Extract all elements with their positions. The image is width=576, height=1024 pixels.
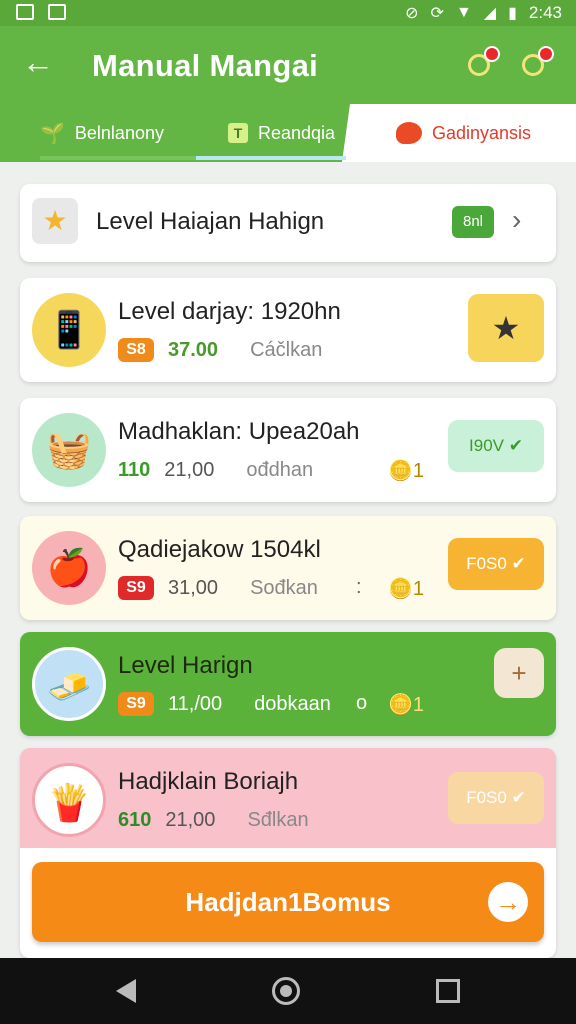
bonus-button[interactable]: Hadjdan1Bomus →	[32, 862, 544, 942]
star-icon: ★	[32, 198, 78, 244]
basket-icon: 🧺	[32, 413, 106, 487]
level-stats: 610 21,00 Sđlkan	[118, 808, 309, 832]
level-amount: 37.00	[168, 338, 219, 361]
level-badge: S9	[118, 692, 154, 716]
level-sub: dobkaan	[254, 692, 331, 715]
notification-icons	[16, 4, 66, 20]
tab-indicator	[196, 156, 346, 160]
chevron-right-icon[interactable]: ›	[512, 204, 521, 236]
claim-button[interactable]: F0S0 ✔	[448, 772, 544, 824]
level-stats: 110 21,00 ođdhan	[118, 458, 313, 482]
fruit-icon: 🍎	[32, 531, 106, 605]
alert-dot	[538, 46, 554, 62]
clock: 2:43	[528, 3, 562, 22]
tab-label: Belnlanony	[74, 122, 164, 143]
level-card[interactable]: 📱 Level darjay: 1920hn S8 37.00 Cáčlkan …	[20, 278, 556, 382]
level-stats: S9 11,/00 dobkaan	[118, 692, 331, 716]
level-sub: Sđlkan	[247, 808, 309, 831]
nav-recents-icon[interactable]	[436, 979, 460, 1003]
level-amount: 11,/00	[168, 692, 223, 715]
tab-gadinyansis[interactable]: Gadinyansis	[342, 104, 576, 162]
level-badge: S8	[118, 338, 154, 362]
snack-icon: 🍟	[32, 763, 106, 837]
level-card[interactable]: 🍎 Qadiejakow 1504kl S9 31,00 Sođkan : 🪙1…	[20, 516, 556, 620]
sprout-icon: 🌱	[40, 122, 65, 145]
level-pill: 8nl	[452, 206, 494, 238]
coin-count: 🪙1	[388, 578, 425, 600]
summary-title: Level Haiajan Hahign	[96, 208, 325, 235]
phone-icon: 📱	[32, 293, 106, 367]
nav-home-icon[interactable]	[272, 977, 300, 1005]
status-bar: ⊘ ⟳ ▼ ◢ ▮ 2:43	[0, 0, 576, 26]
wifi-icon: ▼	[455, 4, 472, 21]
coin-count: 🪙1	[388, 694, 425, 716]
speech-bubble-icon	[396, 122, 422, 144]
level-name: Level Harign	[118, 652, 253, 679]
level-name: Level darjay: 1920hn	[118, 298, 341, 325]
tab-belnlanony[interactable]: 🌱 Belnlanony	[40, 104, 164, 162]
tab-reandqia[interactable]: T Reandqia	[228, 104, 335, 162]
favorite-button[interactable]: ★	[468, 294, 544, 362]
claim-button[interactable]: I90V ✔	[448, 420, 544, 472]
tab-label: Gadinyansis	[432, 122, 532, 143]
level-name: Qadiejakow 1504kl	[118, 536, 321, 563]
claim-button[interactable]: F0S0 ✔	[448, 538, 544, 590]
tab-bar: 🌱 Belnlanony T Reandqia Gadinyansis	[0, 104, 576, 162]
ticket-icon: T	[228, 123, 248, 143]
system-nav-bar	[0, 958, 576, 1024]
level-amount: 31,00	[168, 576, 219, 599]
coin-value: 1	[412, 694, 425, 716]
coin-value: 1	[412, 460, 425, 482]
level-sub: ođdhan	[246, 458, 314, 481]
level-amount: 21,00	[165, 808, 216, 831]
system-icons: ⊘ ⟳ ▼ ◢ ▮ 2:43	[405, 3, 562, 23]
level-summary-card[interactable]: ★ Level Haiajan Hahign 8nl ›	[20, 184, 556, 262]
level-badge: 110	[118, 459, 151, 481]
image-notification-icon	[16, 4, 34, 20]
arrow-right-icon: →	[488, 882, 528, 922]
page-title: Manual Mangai	[92, 48, 319, 83]
tab-label: Reandqia	[258, 122, 336, 143]
level-name: Madhaklan: Upea20ah	[118, 418, 360, 445]
signal-icon: ◢	[483, 5, 497, 22]
coin-count: 🪙1	[388, 460, 425, 482]
level-badge: 610	[118, 809, 152, 831]
level-card[interactable]: 🧺 Madhaklan: Upea20ah 110 21,00 ođdhan 🪙…	[20, 398, 556, 502]
level-sub: Cáčlkan	[250, 338, 323, 361]
separator: o	[356, 692, 368, 714]
level-stats: S9 31,00 Sođkan	[118, 576, 318, 600]
level-badge: S9	[118, 576, 154, 600]
tab-underline	[40, 156, 196, 160]
gold-bar-icon: 🧈	[32, 647, 106, 721]
bonus-button-label: Hadjdan1Bomus	[185, 887, 391, 917]
level-amount: 21,00	[164, 458, 215, 481]
level-card-active[interactable]: 🧈 Level Harign S9 11,/00 dobkaan o 🪙1 +	[20, 632, 556, 736]
notification-button[interactable]	[464, 46, 500, 82]
photo-notification-icon	[48, 4, 66, 20]
notification-dot	[484, 46, 500, 62]
add-button[interactable]: +	[494, 648, 544, 698]
back-arrow-icon[interactable]: ←	[22, 46, 54, 78]
level-sub: Sođkan	[250, 576, 318, 599]
app-bar: ← Manual Mangai	[0, 26, 576, 104]
coin-value: 1	[412, 578, 425, 600]
level-name: Hadjklain Boriajh	[118, 768, 299, 795]
nav-back-icon[interactable]	[116, 979, 136, 1003]
separator: :	[356, 576, 362, 598]
alerts-button[interactable]	[518, 46, 554, 82]
alarm-icon: ⊘	[405, 5, 419, 22]
sync-icon: ⟳	[430, 5, 444, 22]
level-stats: S8 37.00 Cáčlkan	[118, 338, 322, 362]
battery-icon: ▮	[508, 5, 517, 22]
